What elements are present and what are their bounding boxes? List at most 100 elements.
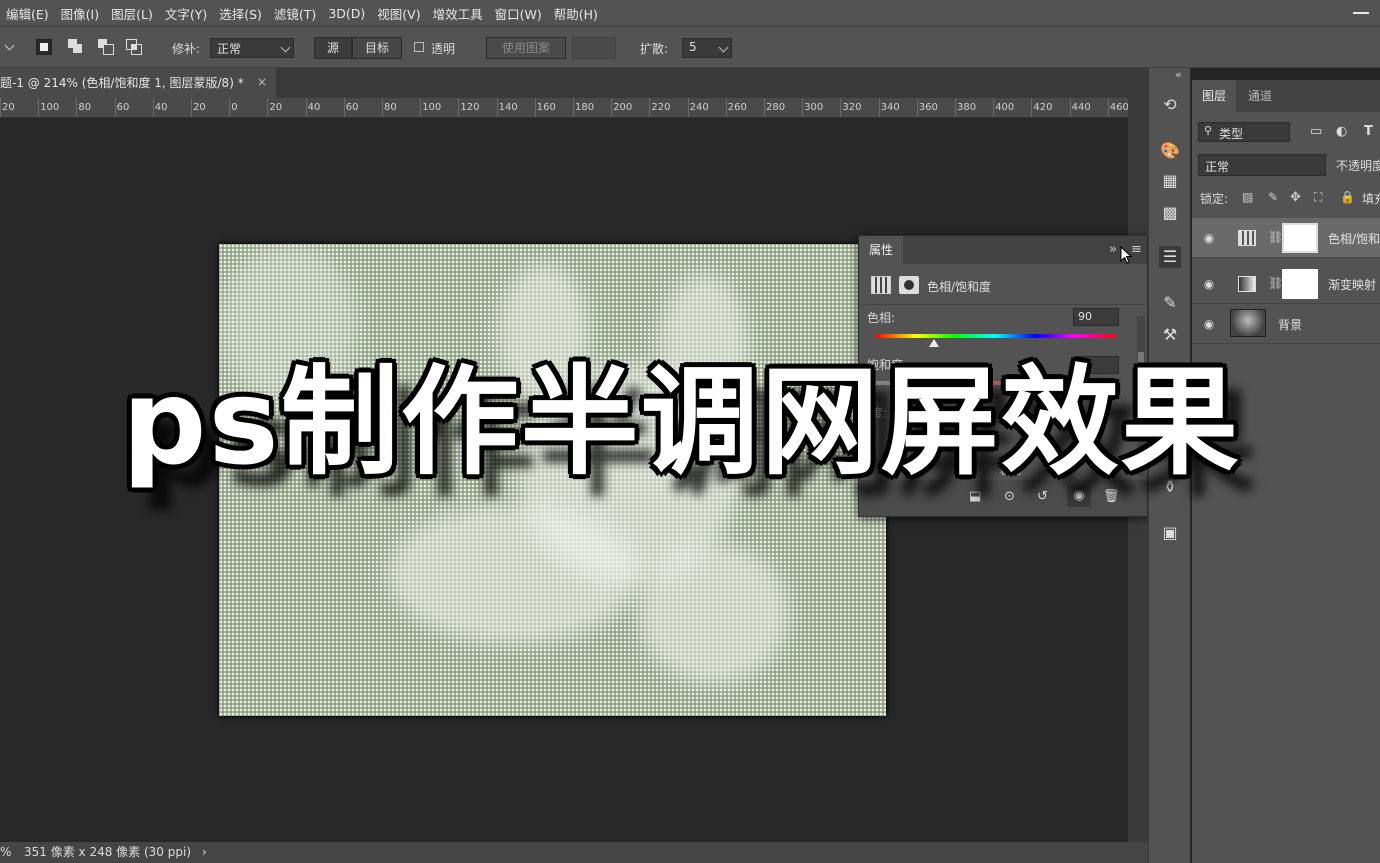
ruler-tick-label: 80 [78, 102, 92, 113]
menu-type[interactable]: 文字(Y) [159, 4, 213, 23]
tool-preset-chevron-icon[interactable] [4, 40, 15, 51]
collapse-dock-icon[interactable]: « [1175, 68, 1182, 81]
status-menu-arrow[interactable]: › [202, 842, 207, 863]
visibility-eye-icon[interactable]: ◉ [1202, 317, 1216, 331]
swatches-grid-icon[interactable]: ▦ [1159, 170, 1181, 192]
search-icon: ⚲ [1204, 124, 1213, 137]
menu-window[interactable]: 窗口(W) [489, 4, 548, 23]
target-button[interactable]: 目标 [352, 37, 402, 59]
tab-channels[interactable]: 通道 [1238, 80, 1282, 112]
properties-header: 属性 » ≡ [859, 236, 1147, 264]
ruler-tick-line [802, 98, 804, 117]
ruler-tick-label: 280 [766, 102, 786, 113]
transparent-label: 透明 [431, 42, 456, 56]
menu-3d[interactable]: 3D(D) [322, 6, 371, 21]
ruler-tick-label: 420 [1033, 102, 1053, 113]
ruler-tick-label: 340 [880, 102, 900, 113]
window-minimize-button[interactable] [1350, 6, 1372, 18]
transparent-checkbox[interactable] [414, 42, 424, 52]
ruler-tick-label: 460 [1109, 102, 1128, 113]
image-filter-icon[interactable]: ▭ [1310, 124, 1322, 139]
color-palette-icon[interactable]: 🎨 [1159, 140, 1181, 162]
close-tab-icon[interactable]: × [256, 76, 268, 88]
menu-edit[interactable]: 编辑(E) [0, 4, 55, 23]
layer-row-background[interactable]: ◉ 背景 [1192, 304, 1380, 344]
ruler-tick-label: 380 [957, 102, 977, 113]
history-icon[interactable]: ⟲ [1159, 94, 1181, 116]
ruler-tick-label: 40 [307, 102, 321, 113]
ruler-tick-label: 140 [498, 102, 518, 113]
adjustment-filter-icon[interactable]: ◐ [1336, 124, 1347, 139]
layer-row-gradient-map[interactable]: ◉ ⛓ 渐变映射 [1192, 264, 1380, 304]
blend-mode-select[interactable]: 正常 [1198, 154, 1326, 176]
opacity-label: 不透明度 [1336, 159, 1380, 173]
menu-view[interactable]: 视图(V) [371, 4, 426, 23]
ruler-tick-label: 40 [154, 102, 168, 113]
menu-help[interactable]: 帮助(H) [548, 4, 604, 23]
document-tab[interactable]: 题-1 @ 214% (色相/饱和度 1, 图层蒙版/8) * [0, 68, 276, 98]
layer-name: 色相/饱和 [1328, 232, 1380, 246]
patch-mode-value: 正常 [217, 42, 242, 56]
adjustments-sliders-icon[interactable]: ☰ [1159, 246, 1181, 268]
hue-slider-thumb[interactable] [929, 339, 939, 347]
status-bar: % 351 像素 x 248 像素 (30 ppi) › [0, 842, 1148, 863]
source-button[interactable]: 源 [314, 37, 352, 59]
lock-label: 锁定: [1200, 192, 1229, 206]
menu-select[interactable]: 选择(S) [213, 4, 268, 23]
ruler-tick-line [534, 98, 536, 117]
ruler-tick-line [764, 98, 765, 117]
menu-plugins[interactable]: 增效工具 [427, 4, 489, 23]
layer-mask-thumbnail[interactable] [1282, 269, 1318, 299]
layer-mask-thumbnail[interactable] [1282, 223, 1318, 253]
ruler-tick-label: 220 [651, 102, 671, 113]
layer-filter-select[interactable]: ⚲ 类型 [1198, 122, 1290, 142]
layer-row-hue-saturation[interactable]: ◉ ⛓ 色相/饱和 [1192, 218, 1380, 258]
adjustment-layer-icon[interactable] [871, 276, 891, 294]
menu-image[interactable]: 图像(I) [55, 4, 105, 23]
options-bar: 修补: 正常 源 目标 透明 使用图案 扩散: 5 [0, 26, 1380, 68]
blend-mode-value: 正常 [1205, 160, 1230, 174]
intersect-selection-icon[interactable] [126, 39, 142, 55]
properties-tab[interactable]: 属性 [859, 236, 903, 264]
ruler-tick-line [1031, 98, 1033, 117]
ruler-tick-label: 260 [727, 102, 747, 113]
collapse-panel-icon[interactable]: » [1109, 242, 1117, 257]
diffuse-select[interactable]: 5 [682, 38, 732, 58]
fill-label: 填充 [1362, 192, 1380, 206]
frame-icon[interactable]: ▣ [1159, 522, 1181, 544]
patterns-grid-icon[interactable]: ▩ [1159, 202, 1181, 224]
new-selection-icon[interactable] [36, 39, 52, 55]
menu-layer[interactable]: 图层(L) [105, 4, 159, 23]
menu-filter[interactable]: 滤镜(T) [268, 4, 322, 23]
ruler-tick-line [840, 98, 842, 117]
mask-icon[interactable] [899, 276, 919, 294]
horizontal-ruler: 20 100 80 60 40 20 0 20 40 60 80 100 120 140 160 180 200… [0, 98, 1128, 118]
lock-artboard-icon[interactable]: ⛶ [1314, 190, 1322, 205]
add-selection-icon[interactable] [68, 39, 84, 55]
pattern-picker[interactable] [572, 37, 616, 59]
lock-brush-icon[interactable]: ✎ [1268, 190, 1278, 204]
lock-all-icon[interactable]: 🔒 [1340, 190, 1355, 204]
lock-transparent-icon[interactable]: ▨ [1242, 190, 1253, 204]
use-pattern-button[interactable]: 使用图案 [486, 37, 566, 59]
subtract-selection-icon[interactable] [98, 39, 114, 55]
lock-move-icon[interactable]: ✥ [1290, 190, 1301, 205]
tab-layers[interactable]: 图层 [1192, 80, 1236, 112]
visibility-eye-icon[interactable]: ◉ [1202, 231, 1216, 245]
type-filter-icon[interactable]: T [1364, 124, 1373, 139]
brush-settings-icon[interactable]: ✎ [1159, 292, 1181, 314]
zoom-readout[interactable]: % [0, 842, 11, 863]
diffuse-label: 扩散: [640, 42, 669, 56]
ruler-tick-line [458, 98, 460, 117]
ruler-tick-line [38, 98, 40, 117]
ruler-tick-label: 240 [689, 102, 709, 113]
clone-source-icon[interactable]: ⚒ [1159, 324, 1181, 346]
link-icon[interactable]: ⛓ [1268, 276, 1283, 290]
hue-input[interactable]: 90 [1073, 308, 1119, 326]
visibility-eye-icon[interactable]: ◉ [1202, 277, 1216, 291]
ruler-tick-label: 200 [613, 102, 633, 113]
patch-mode-select[interactable]: 正常 [210, 38, 294, 58]
hue-slider[interactable] [875, 334, 1115, 338]
link-icon[interactable]: ⛓ [1268, 230, 1283, 244]
mouse-cursor-icon [1120, 246, 1133, 264]
